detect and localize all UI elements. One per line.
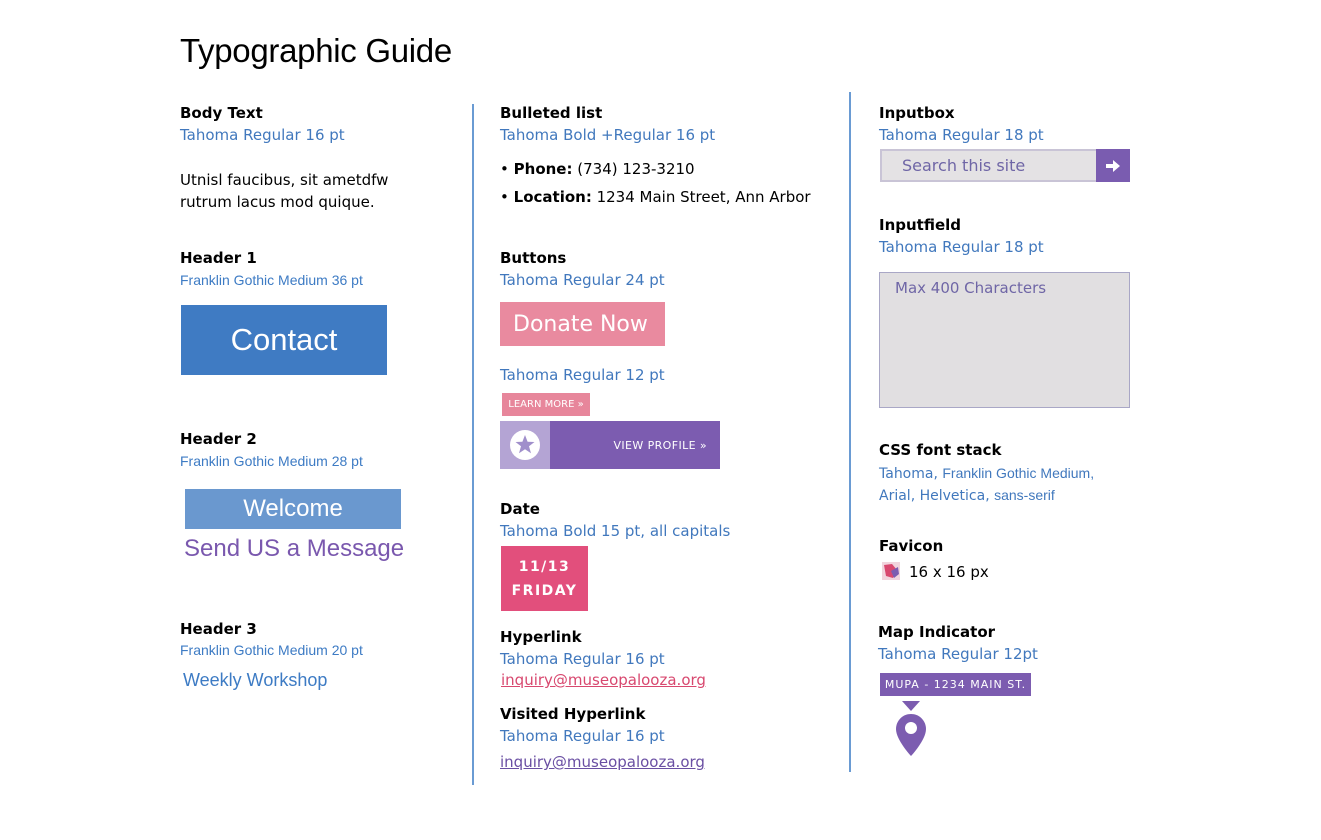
buttons-spec-small: Tahoma Regular 12 pt xyxy=(500,366,665,384)
hyperlink-label: Hyperlink xyxy=(500,628,582,646)
search-box: Search this site xyxy=(880,149,1130,182)
hyperlink-spec: Tahoma Regular 16 pt xyxy=(500,650,665,668)
message-textarea[interactable]: Max 400 Characters xyxy=(879,272,1130,408)
font-sans-serif: sans-serif xyxy=(994,487,1055,503)
inputbox-label: Inputbox xyxy=(879,104,955,122)
list-item-key: Phone: xyxy=(513,160,573,178)
bulleted-list-label: Bulleted list xyxy=(500,104,603,122)
view-profile-button[interactable]: VIEW PROFILE » xyxy=(500,421,720,469)
font-helvetica: Helvetica, xyxy=(919,488,990,504)
header3-spec: Franklin Gothic Medium 20 pt xyxy=(180,642,363,658)
font-arial: Arial, xyxy=(879,488,916,504)
map-indicator-spec: Tahoma Regular 12pt xyxy=(878,645,1038,663)
search-input[interactable]: Search this site xyxy=(880,149,1096,182)
header2-spec: Franklin Gothic Medium 28 pt xyxy=(180,453,363,469)
bullet-glyph: • xyxy=(500,188,509,206)
list-item: • Phone: (734) 123-3210 xyxy=(500,160,695,178)
bullet-glyph: • xyxy=(500,160,509,178)
font-stack-label: CSS font stack xyxy=(879,441,1002,459)
learn-more-button[interactable]: LEARN MORE » xyxy=(502,393,590,416)
email-link[interactable]: inquiry@museopalooza.org xyxy=(501,671,706,689)
header1-label: Header 1 xyxy=(180,249,257,267)
header3-label: Header 3 xyxy=(180,620,257,638)
page-title: Typographic Guide xyxy=(180,32,452,69)
font-stack-line2: Arial, Helvetica, sans-serif xyxy=(879,484,1055,507)
list-item-key: Location: xyxy=(513,188,592,206)
favicon-label: Favicon xyxy=(879,537,944,555)
font-tahoma: Tahoma, xyxy=(879,466,938,482)
list-item-value: 1234 Main Street, Ann Arbor xyxy=(596,188,811,206)
map-tag-pointer xyxy=(902,696,920,711)
header2-label: Header 2 xyxy=(180,430,257,448)
weekly-workshop-heading: Weekly Workshop xyxy=(183,670,328,690)
body-text-label: Body Text xyxy=(180,104,263,122)
search-submit-button[interactable] xyxy=(1096,149,1130,182)
buttons-spec-large: Tahoma Regular 24 pt xyxy=(500,271,665,289)
favicon-size: 16 x 16 px xyxy=(909,563,989,581)
welcome-banner: Welcome xyxy=(185,489,401,529)
date-label: Date xyxy=(500,500,540,518)
visited-email-link[interactable]: inquiry@museopalooza.org xyxy=(500,753,705,771)
date-badge: 11/13 FRIDAY xyxy=(501,546,588,611)
date-day: 11/13 xyxy=(518,558,571,575)
font-franklin: Franklin Gothic Medium, xyxy=(942,465,1095,481)
star-icon xyxy=(500,421,550,469)
bulleted-list-spec: Tahoma Bold +Regular 16 pt xyxy=(500,126,716,144)
arrow-right-icon xyxy=(1106,159,1120,172)
column-divider-left xyxy=(472,104,474,785)
font-stack-line1: Tahoma, Franklin Gothic Medium, xyxy=(879,462,1094,485)
inputfield-spec: Tahoma Regular 18 pt xyxy=(879,238,1044,256)
column-divider-right xyxy=(849,92,851,772)
list-item: • Location: 1234 Main Street, Ann Arbor xyxy=(500,188,811,206)
header1-spec: Franklin Gothic Medium 36 pt xyxy=(180,272,363,288)
favicon-icon xyxy=(882,562,900,580)
body-text-sample-line2: rutrum lacus mod quique. xyxy=(180,193,375,211)
contact-button[interactable]: Contact xyxy=(181,305,387,375)
donate-now-button[interactable]: Donate Now xyxy=(500,302,665,346)
view-profile-label: VIEW PROFILE » xyxy=(550,421,720,469)
buttons-label: Buttons xyxy=(500,249,567,267)
map-pin-icon[interactable] xyxy=(896,714,926,756)
map-indicator-label: Map Indicator xyxy=(878,623,996,641)
date-spec: Tahoma Bold 15 pt, all capitals xyxy=(500,522,731,540)
send-message-heading: Send US a Message xyxy=(184,535,405,562)
inputbox-spec: Tahoma Regular 18 pt xyxy=(879,126,1044,144)
body-text-spec: Tahoma Regular 16 pt xyxy=(180,126,345,144)
inputfield-label: Inputfield xyxy=(879,216,962,234)
date-weekday: FRIDAY xyxy=(511,582,578,599)
map-location-tag: MUPA - 1234 MAIN ST. xyxy=(880,673,1031,696)
visited-hyperlink-label: Visited Hyperlink xyxy=(500,705,646,723)
list-item-value: (734) 123-3210 xyxy=(577,160,695,178)
body-text-sample-line1: Utnisl faucibus, sit ametdfw xyxy=(180,171,389,189)
visited-hyperlink-spec: Tahoma Regular 16 pt xyxy=(500,727,665,745)
